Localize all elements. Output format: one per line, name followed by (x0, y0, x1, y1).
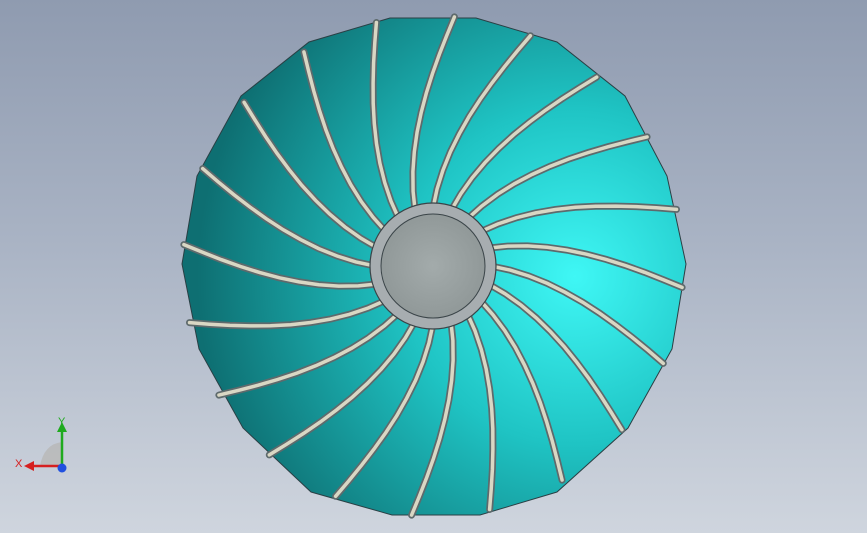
triad-plane (40, 442, 62, 466)
triad-y-label: Y (58, 416, 66, 428)
reference-triad: X Y (15, 416, 67, 473)
impeller-model[interactable] (0, 0, 867, 533)
graphics-viewport[interactable]: X Y (0, 0, 867, 533)
triad-x-label: X (15, 458, 23, 470)
triad-x-arrow (24, 461, 34, 471)
triad-z-axis (57, 463, 67, 473)
hub-face (380, 213, 486, 319)
